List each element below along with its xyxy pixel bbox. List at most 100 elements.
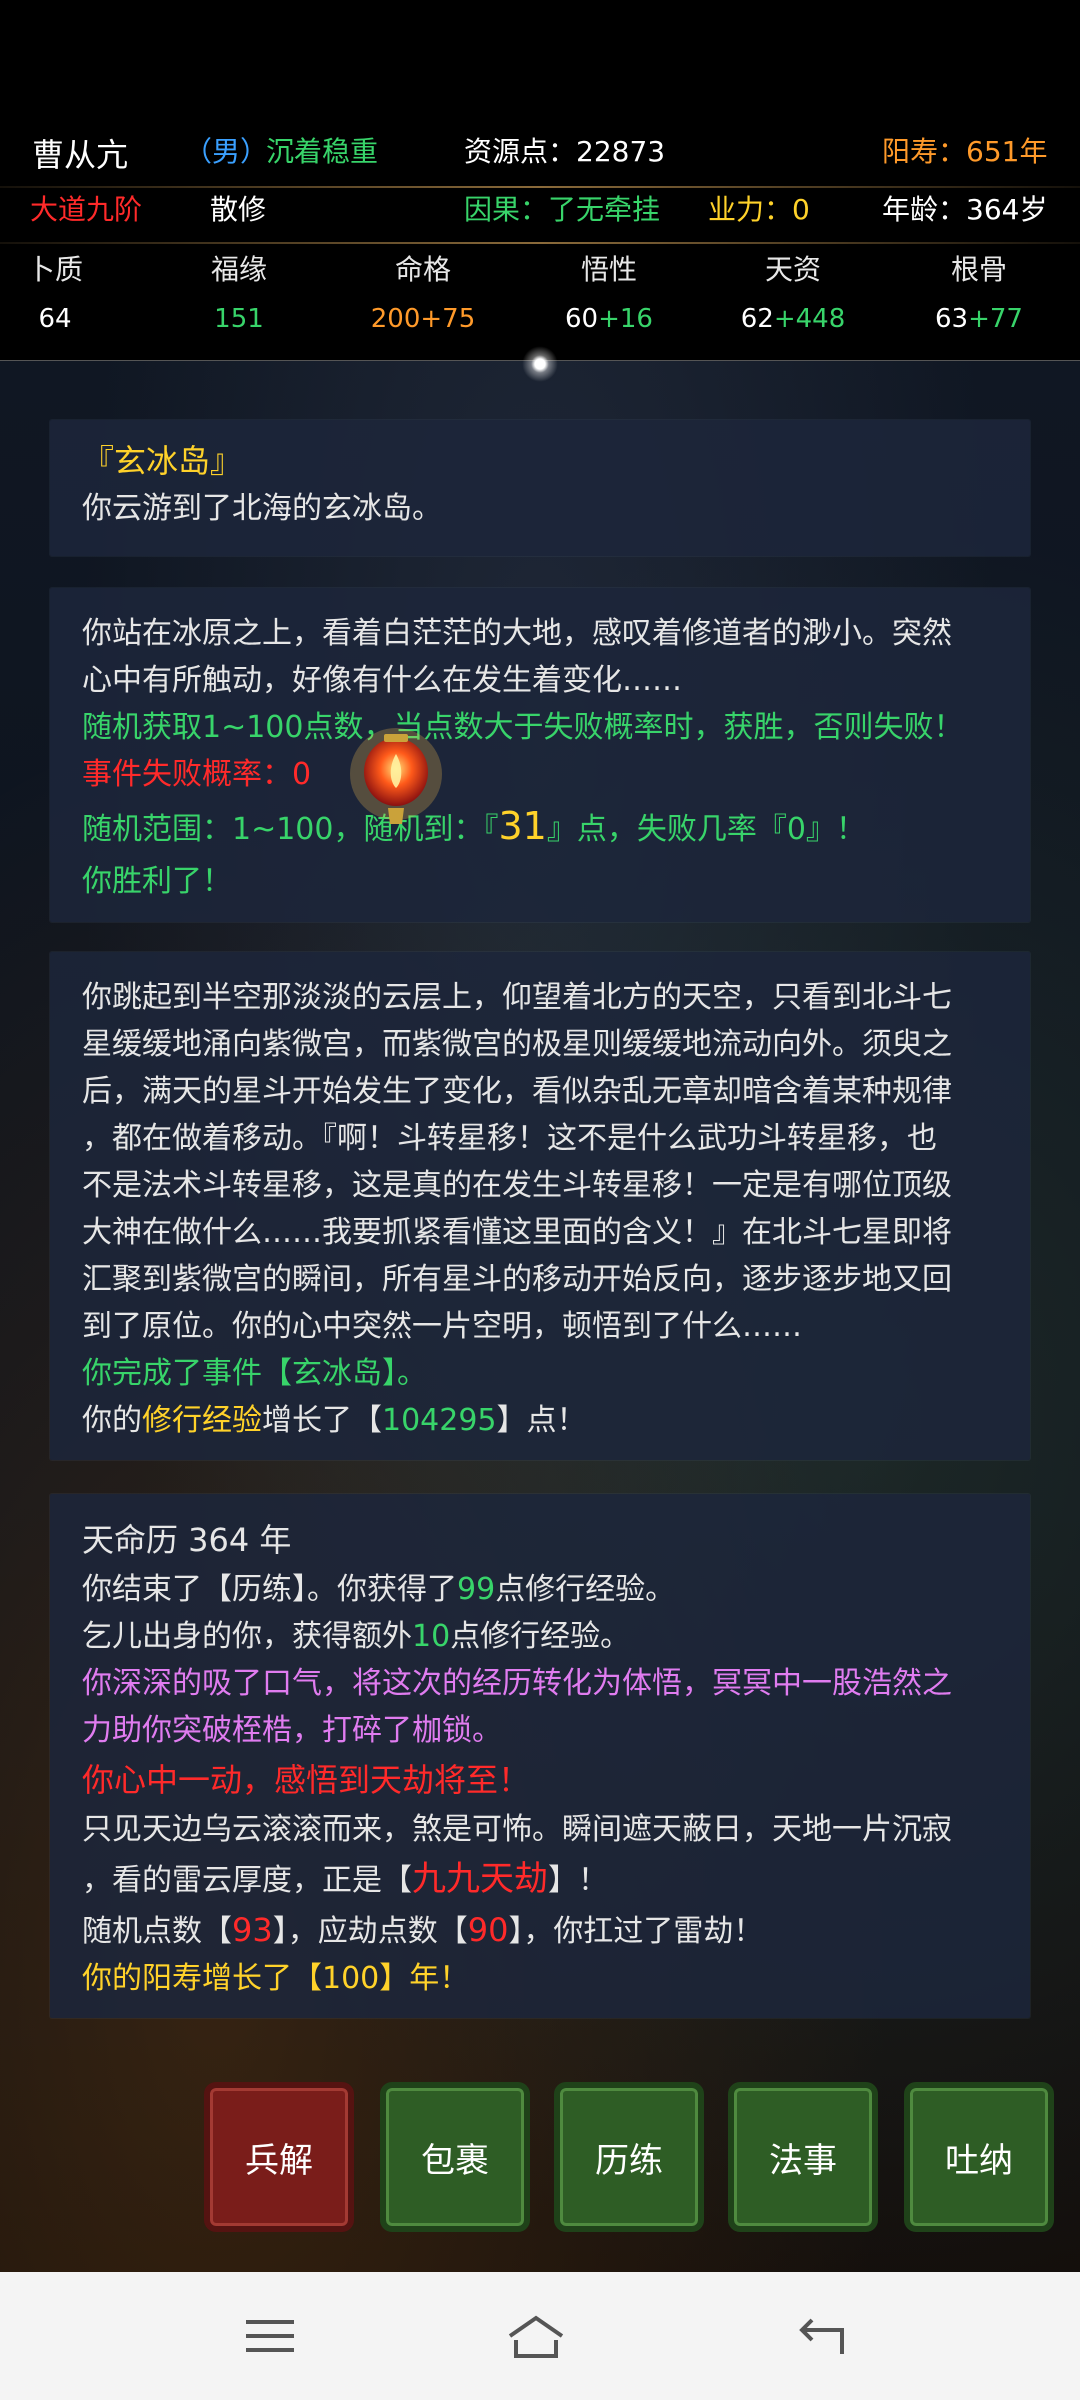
karma: 因果：了无牵挂	[464, 193, 661, 226]
event-complete: 你完成了事件【玄冰岛】。	[82, 1356, 427, 1391]
log-card-event-roll: 你站在冰原之上，看着白茫茫的大地，感叹着修道者的渺小。突然 心中有所触动，好像有…	[50, 588, 1030, 922]
attr-tizhi: 卜质 64	[0, 248, 130, 334]
attr-bonus: +77	[968, 304, 1023, 334]
story-line: 大神在做什么……我要抓紧看懂这里面的含义！』在北斗七星即将	[82, 1215, 952, 1250]
story-line: 你跳起到半空那淡淡的云层上，仰望着北方的天空，只看到北斗七	[82, 980, 952, 1015]
sect: 散修	[210, 193, 267, 226]
exp-number: 99	[457, 1572, 496, 1607]
attr-mingge: 命格 200+75	[348, 248, 498, 334]
attr-fuyuan: 福缘 151	[164, 248, 314, 334]
story-line: 后，满天的星斗开始发生了变化，看似杂乱无章却暗含着某种规律	[82, 1074, 952, 1109]
attr-label: 天资	[764, 253, 821, 286]
header-divider-2	[0, 242, 1080, 244]
location-text: 你云游到了北海的玄冰岛。	[82, 491, 442, 526]
text-segment: 点修行经验。	[450, 1619, 631, 1654]
attr-value: 62+448	[718, 304, 868, 334]
meditate-button[interactable]: 吐纳	[904, 2082, 1054, 2232]
event-roll-result: 随机范围：1~100，随机到：『31』点，失败几率『0』！	[50, 798, 1030, 858]
event-text-2: 心中有所触动，好像有什么在发生着变化……	[82, 663, 682, 698]
attr-value: 63+77	[904, 304, 1054, 334]
header-row-1: 曹从亢 （男） 沉着稳重 资源点：22873 阳寿：651年	[0, 130, 1080, 186]
exp-mid: 增长了【	[262, 1403, 382, 1438]
text-segment: 你结束了【历练】。你获得了	[82, 1572, 457, 1607]
exp-label: 修行经验	[142, 1403, 262, 1438]
attr-value: 60+16	[534, 304, 684, 334]
text-segment: 】！	[548, 1863, 608, 1898]
character-personality: 沉着稳重	[266, 135, 379, 168]
story-line: 不是法术斗转星移，这是真的在发生斗转星移！一定是有哪位顶级	[82, 1168, 952, 1203]
text-segment: 乞儿出身的你，获得额外	[82, 1619, 412, 1654]
exp-number: 10	[412, 1619, 451, 1654]
text-segment: 随机点数【	[82, 1914, 232, 1949]
tribulation-type: ，看的雷云厚度，正是【九九天劫】！	[50, 1853, 1030, 1907]
dissolve-button[interactable]: 兵解	[204, 2082, 354, 2232]
lifespan-gain: 你的阳寿增长了【100】年！	[82, 1961, 470, 1996]
lifespan: 阳寿：651年	[882, 135, 1048, 168]
roll-suffix: 』点，失败几率『0』！	[546, 812, 866, 847]
character-gender: （男）	[184, 135, 269, 168]
text-segment: ，看的雷云厚度，正是【	[82, 1863, 412, 1898]
event-victory: 你胜利了！	[82, 864, 232, 899]
log-card-year-summary: 天命历 364 年 你结束了【历练】。你获得了99点修行经验。 乞儿出身的你，获…	[50, 1494, 1030, 2018]
attr-label: 卜质	[26, 253, 83, 286]
attr-gengu: 根骨 63+77	[904, 248, 1054, 334]
sin-points: 业力：0	[708, 193, 810, 226]
lantern-icon[interactable]	[348, 728, 444, 832]
text-segment: 】，应劫点数【	[272, 1914, 468, 1949]
attr-bonus: +16	[598, 304, 653, 334]
story-line: 汇聚到紫微宫的瞬间，所有星斗的移动开始反向，逐步逐步地又回	[82, 1262, 952, 1297]
bonus-exp: 乞儿出身的你，获得额外10点修行经验。	[50, 1613, 1030, 1660]
attr-value: 200+75	[370, 304, 476, 334]
tribulation-warning: 你心中一动，感悟到天劫将至！	[82, 1761, 531, 1799]
event-text-1: 你站在冰原之上，看着白茫茫的大地，感叹着修道者的渺小。突然	[82, 616, 952, 651]
exp-gain: 你的修行经验增长了【104295】点！	[50, 1397, 1030, 1444]
attr-label: 悟性	[580, 253, 637, 286]
exp-suffix: 】点！	[496, 1403, 587, 1438]
breakthrough-text: 你深深的吸了口气，将这次的经历转化为体悟，冥冥中一股浩然之	[82, 1666, 952, 1701]
cultivation-realm: 大道九阶	[30, 193, 143, 226]
menu-icon[interactable]	[240, 2310, 300, 2362]
attr-label: 根骨	[950, 253, 1007, 286]
status-bar	[0, 0, 1080, 120]
training-button[interactable]: 历练	[554, 2082, 704, 2232]
header-row-2: 大道九阶 散修 因果：了无牵挂 业力：0 年龄：364岁	[0, 188, 1080, 244]
required-number: 90	[467, 1911, 509, 1949]
training-result: 你结束了【历练】。你获得了99点修行经验。	[50, 1566, 1030, 1613]
story-line: 星缓缓地涌向紫微宫，而紫微宫的极星则缓缓地流动向外。须臾之	[82, 1027, 952, 1062]
system-navbar	[0, 2272, 1080, 2400]
inventory-button[interactable]: 包裹	[380, 2082, 530, 2232]
exp-amount: 104295	[382, 1403, 497, 1438]
exp-prefix: 你的	[82, 1403, 142, 1438]
tribulation-name: 九九天劫	[412, 1859, 548, 1899]
breakthrough-text: 力助你突破桎梏，打碎了枷锁。	[82, 1713, 502, 1748]
text-segment: 点修行经验。	[495, 1572, 676, 1607]
attr-value: 151	[214, 304, 264, 334]
location-title: 『玄冰岛』	[82, 442, 243, 480]
age: 年龄：364岁	[882, 193, 1048, 226]
log-card-event-story: 你跳起到半空那淡淡的云层上，仰望着北方的天空，只看到北斗七 星缓缓地涌向紫微宫，…	[50, 952, 1030, 1460]
back-icon[interactable]	[792, 2310, 852, 2362]
resource-points: 资源点：22873	[464, 135, 666, 168]
attr-bonus: +448	[773, 304, 846, 334]
character-name: 曹从亢	[32, 136, 129, 174]
text-segment: 】，你扛过了雷劫！	[508, 1914, 764, 1949]
attr-wuxing: 悟性 60+16	[534, 248, 684, 334]
log-card-location: 『玄冰岛』 你云游到了北海的玄冰岛。	[50, 420, 1030, 556]
attr-base: 60	[565, 304, 599, 334]
event-rule: 随机获取1~100点数，当点数大于失败概率时，获胜，否则失败！	[82, 710, 964, 745]
attr-label: 福缘	[210, 253, 267, 286]
tribulation-roll: 随机点数【93】，应劫点数【90】，你扛过了雷劫！	[50, 1907, 1030, 1955]
attr-base: 63	[935, 304, 969, 334]
tribulation-text: 只见天边乌云滚滚而来，煞是可怖。瞬间遮天蔽日，天地一片沉寂	[82, 1812, 952, 1847]
roll-number: 31	[498, 804, 547, 848]
attribute-panel: 卜质 64 福缘 151 命格 200+75 悟性 60+16 天资 62+44…	[0, 248, 1080, 348]
home-icon[interactable]	[506, 2310, 566, 2362]
year-title: 天命历 364 年	[82, 1521, 292, 1559]
attr-tianzi: 天资 62+448	[718, 248, 868, 334]
sparkle-icon	[522, 346, 558, 382]
roll-number: 93	[232, 1911, 273, 1949]
attr-label: 命格	[394, 253, 451, 286]
attr-value: 64	[38, 304, 72, 334]
ritual-button[interactable]: 法事	[728, 2082, 878, 2232]
attr-base: 62	[740, 304, 774, 334]
